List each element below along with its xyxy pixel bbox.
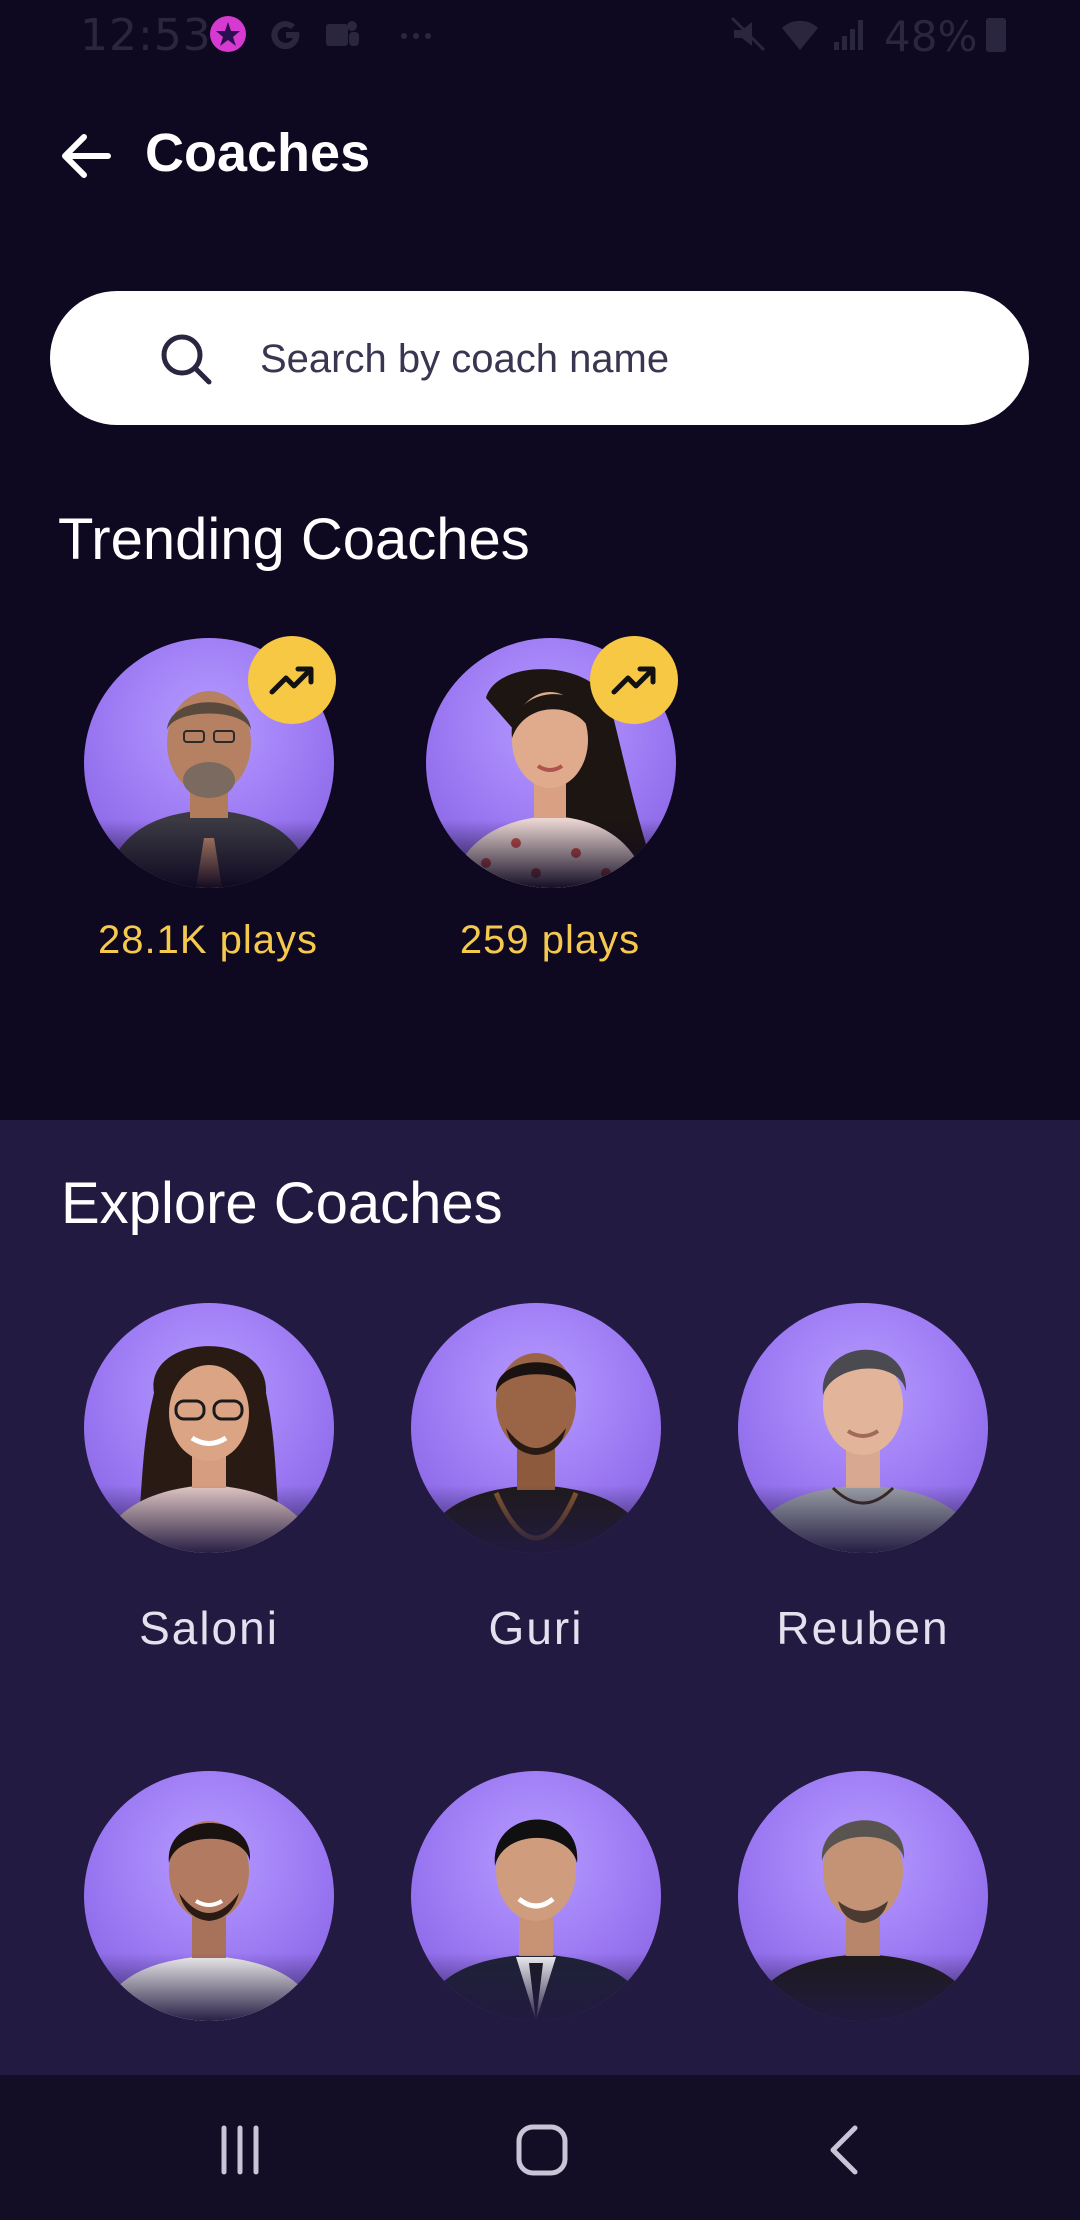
coach-name: Saloni	[139, 1602, 279, 1654]
page-title: Coaches	[145, 123, 371, 183]
search-input[interactable]	[258, 321, 982, 397]
signal-icon	[834, 20, 863, 50]
status-bar: 12:53 48%	[0, 0, 1080, 72]
coach-card-saloni[interactable]: Saloni	[78, 1303, 340, 1654]
explore-coaches-title: Explore Coaches	[61, 1171, 503, 1236]
home-button[interactable]	[497, 2105, 587, 2195]
more-dots-icon	[401, 33, 431, 39]
coach-avatar	[738, 1303, 988, 1553]
mute-icon	[730, 16, 766, 52]
system-nav-bar	[0, 2075, 1080, 2220]
teams-icon	[326, 21, 359, 46]
avatar-fade	[411, 1953, 661, 2021]
arrow-left-icon	[62, 134, 111, 178]
search-bar[interactable]	[50, 291, 1029, 425]
trending-up-icon	[269, 666, 314, 695]
trending-coach-card[interactable]: 28.1K plays	[78, 636, 338, 966]
avatar-fade	[84, 820, 334, 888]
trending-badge	[590, 636, 678, 724]
trending-up-icon	[611, 666, 656, 695]
avatar-fade	[84, 1485, 334, 1553]
plays-count: 259 plays	[459, 918, 641, 962]
coach-avatar	[411, 1771, 661, 2021]
avatar-fade	[738, 1953, 988, 2021]
battery-percent: 48%	[884, 12, 978, 61]
recent-apps-button[interactable]	[195, 2105, 285, 2195]
home-icon	[516, 2124, 568, 2176]
trending-coach-card[interactable]: 259 plays	[420, 636, 680, 966]
coach-card[interactable]	[405, 1771, 667, 2101]
back-button[interactable]	[50, 120, 122, 192]
avatar-fade	[738, 1485, 988, 1553]
coach-avatar	[411, 1303, 661, 1553]
coach-avatar	[738, 1771, 988, 2021]
coach-avatar	[84, 1303, 334, 1553]
app-star-icon	[210, 16, 246, 52]
back-icon	[830, 2125, 858, 2175]
status-time: 12:53	[80, 10, 212, 61]
recent-apps-icon	[221, 2125, 259, 2175]
system-back-button[interactable]	[800, 2105, 890, 2195]
coach-card[interactable]	[78, 1771, 340, 2101]
coach-card-guri[interactable]: Guri	[405, 1303, 667, 1654]
avatar-fade	[84, 1953, 334, 2021]
google-icon	[271, 21, 300, 50]
plays-count: 28.1K plays	[97, 918, 319, 962]
trending-coaches-title: Trending Coaches	[58, 507, 530, 572]
avatar-fade	[426, 820, 676, 888]
coaches-screen: 12:53 48% Coaches Search by coach name T…	[0, 0, 1080, 2220]
search-icon	[161, 334, 212, 385]
explore-coaches-section: Explore Coaches Saloni Guri Reuben	[0, 1120, 1080, 2120]
coach-card-reuben[interactable]: Reuben	[732, 1303, 994, 1654]
coach-card[interactable]	[732, 1771, 994, 2101]
battery-icon	[986, 18, 1006, 52]
coach-avatar	[84, 1771, 334, 2021]
avatar-fade	[411, 1485, 661, 1553]
wifi-icon	[782, 20, 818, 50]
coach-name: Guri	[488, 1602, 584, 1654]
coach-name: Reuben	[776, 1602, 950, 1654]
trending-badge	[248, 636, 336, 724]
